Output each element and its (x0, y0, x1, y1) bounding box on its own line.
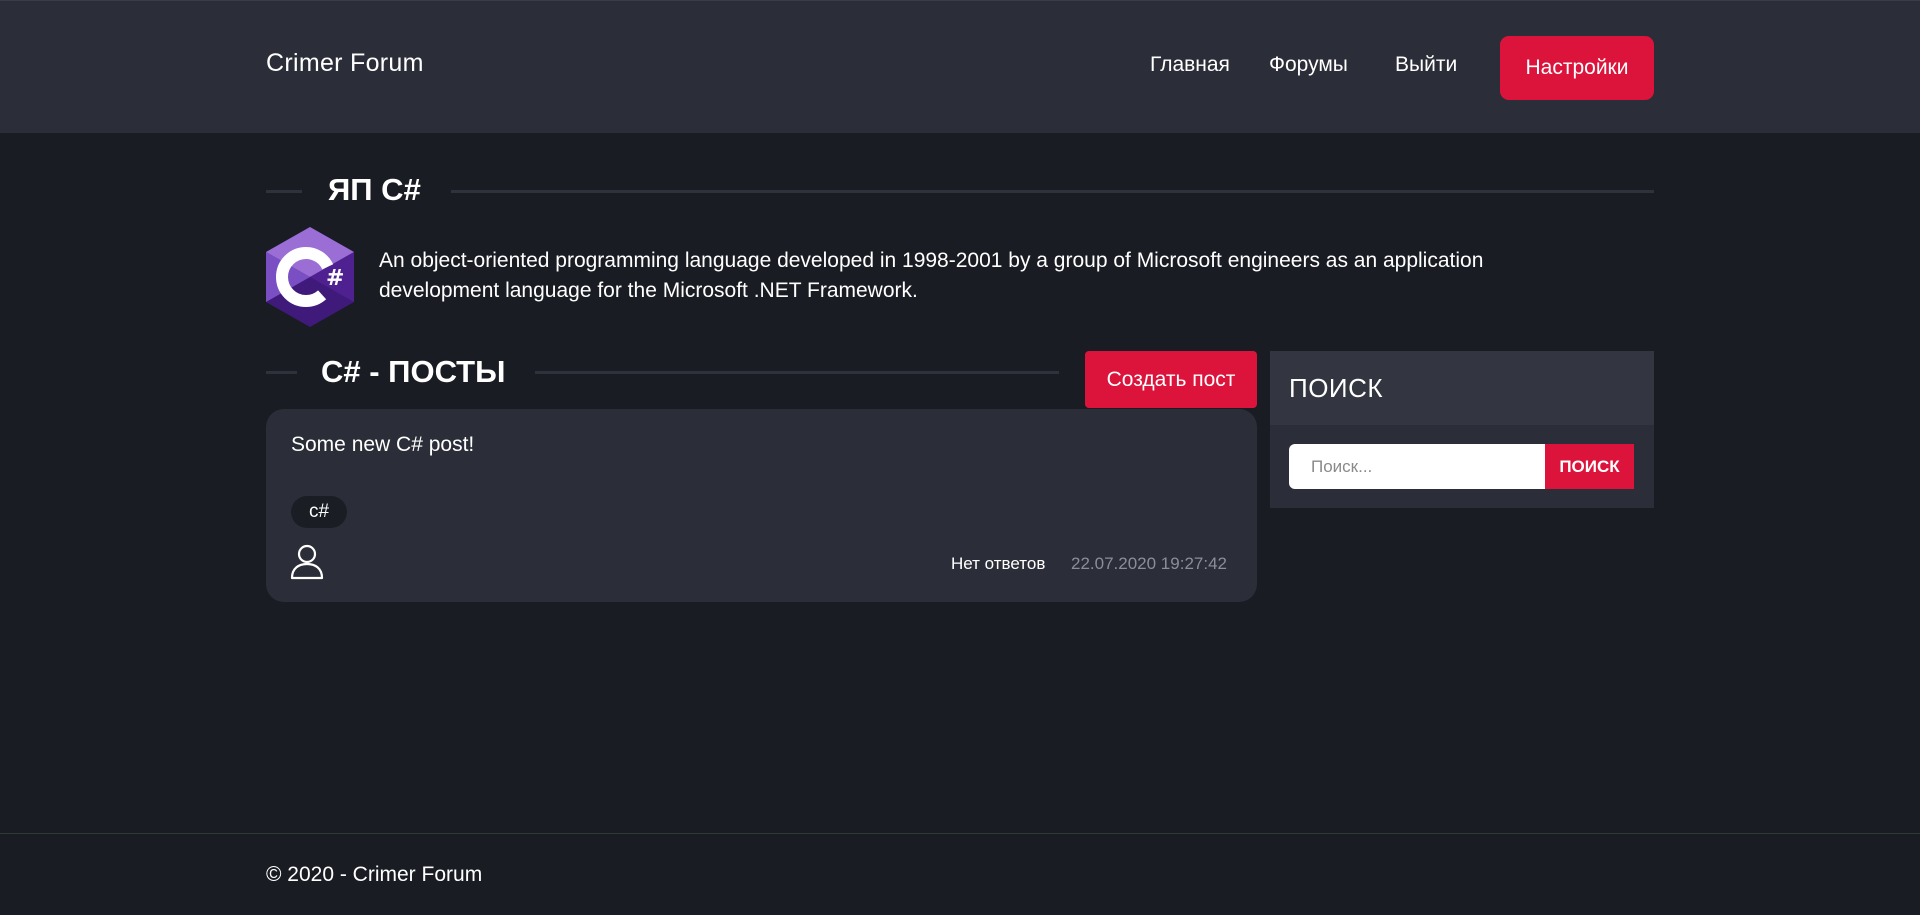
nav-logout-link[interactable]: Выйти (1395, 53, 1457, 77)
post-card[interactable]: Some new C# post! c# Нет ответов 22.07.2… (266, 409, 1257, 602)
nav-forums-link[interactable]: Форумы (1269, 53, 1348, 77)
create-post-button[interactable]: Создать пост (1085, 351, 1257, 408)
footer-copyright: © 2020 - Crimer Forum (266, 863, 483, 886)
svg-text:#: # (326, 266, 344, 291)
csharp-logo-icon: # (266, 227, 354, 327)
search-panel-title: ПОИСК (1289, 373, 1384, 403)
search-button[interactable]: ПОИСК (1545, 444, 1634, 489)
posts-section-title: C# - ПОСТЫ (321, 354, 506, 389)
category-title-divider-left (266, 190, 302, 193)
site-header: Crimer Forum Главная Форумы Выйти Настро… (0, 0, 1920, 133)
user-icon[interactable] (290, 544, 324, 580)
post-replies-count: Нет ответов (951, 554, 1046, 573)
settings-button[interactable]: Настройки (1500, 36, 1654, 100)
post-tag[interactable]: c# (291, 496, 348, 528)
site-brand[interactable]: Crimer Forum (266, 49, 424, 78)
search-panel: ПОИСК ПОИСК (1270, 351, 1654, 508)
category-title-divider-right (451, 190, 1654, 193)
post-title[interactable]: Some new C# post! (291, 433, 474, 457)
category-description: An object-oriented programming language … (379, 249, 1484, 302)
search-panel-header: ПОИСК (1270, 351, 1654, 425)
posts-title-divider-right (535, 371, 1059, 374)
search-input[interactable] (1289, 444, 1545, 489)
nav-home-link[interactable]: Главная (1150, 53, 1230, 77)
category-title: ЯП C# (328, 172, 421, 207)
posts-title-divider-left (266, 371, 297, 374)
post-date: 22.07.2020 19:27:42 (1071, 554, 1227, 573)
site-footer: © 2020 - Crimer Forum (0, 833, 1920, 915)
